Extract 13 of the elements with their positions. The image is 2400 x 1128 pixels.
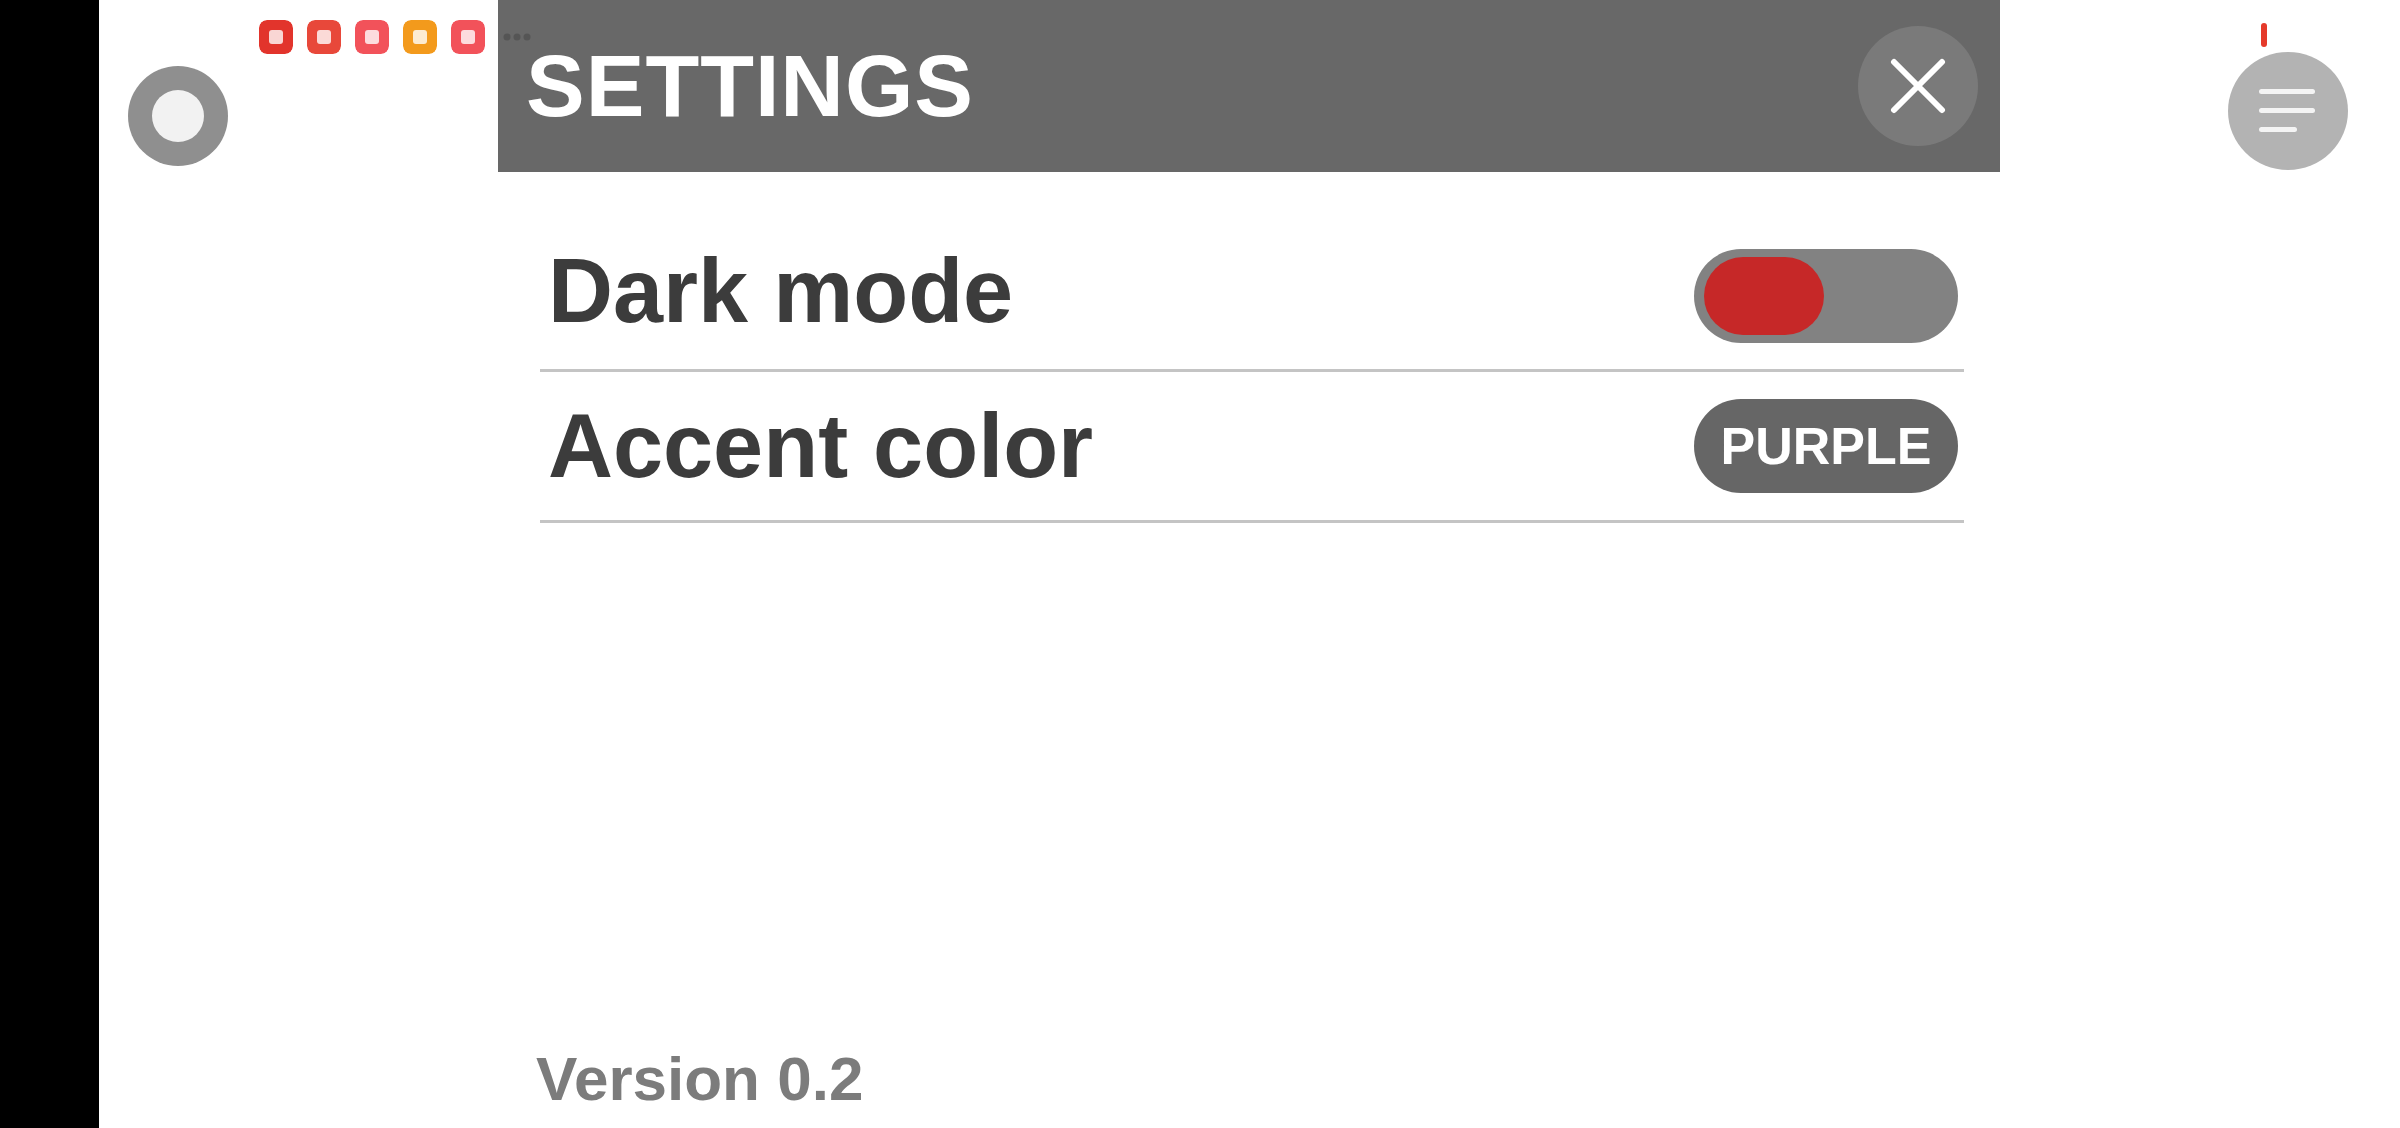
notch-indicator-icon [2261,23,2267,47]
menu-icon [2259,87,2317,135]
app-notification-icon [451,20,485,54]
app-notification-icon [307,20,341,54]
app-notification-icon [259,20,293,54]
accent-color-button[interactable]: PURPLE [1694,399,1958,493]
app-notification-icon [403,20,437,54]
version-text: Version 0.2 [536,1043,865,1114]
setting-label: Accent color [548,394,1094,498]
app-notification-icon [355,20,389,54]
setting-label: Dark mode [548,240,1014,343]
close-icon [1890,58,1946,114]
settings-title: SETTINGS [526,35,975,137]
